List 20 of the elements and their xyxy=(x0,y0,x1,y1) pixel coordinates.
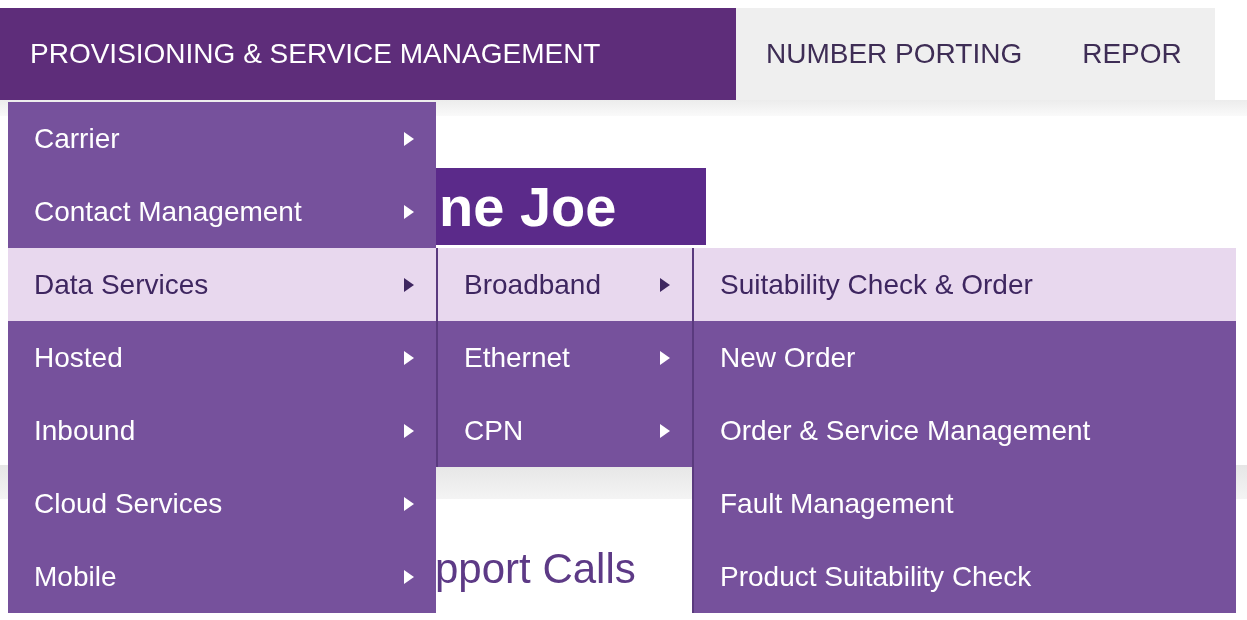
menu-item[interactable]: Broadband xyxy=(438,248,692,321)
section-heading: pport Calls xyxy=(435,545,636,593)
menu-item[interactable]: Product Suitability Check xyxy=(694,540,1236,613)
banner-text: ne Joe xyxy=(439,177,617,237)
menu-item[interactable]: CPN xyxy=(438,394,692,467)
menu-item[interactable]: Inbound xyxy=(8,394,436,467)
nav-tab[interactable]: NUMBER PORTING xyxy=(736,8,1053,100)
menu-item[interactable]: Order & Service Management xyxy=(694,394,1236,467)
menu-item[interactable]: Fault Management xyxy=(694,467,1236,540)
nav-tab[interactable]: REPOR xyxy=(1052,8,1212,100)
menu-item[interactable]: Data Services xyxy=(8,248,436,321)
menu-item[interactable]: New Order xyxy=(694,321,1236,394)
menu-item[interactable]: Mobile xyxy=(8,540,436,613)
menu-item[interactable]: Cloud Services xyxy=(8,467,436,540)
menu-item[interactable]: Contact Management xyxy=(8,175,436,248)
menu-item[interactable]: Hosted xyxy=(8,321,436,394)
menu-item[interactable]: Carrier xyxy=(8,102,436,175)
menu-item[interactable]: Suitability Check & Order xyxy=(694,248,1236,321)
nav-tab[interactable]: PROVISIONING & SERVICE MANAGEMENT xyxy=(0,8,736,100)
menu-item[interactable]: Ethernet xyxy=(438,321,692,394)
